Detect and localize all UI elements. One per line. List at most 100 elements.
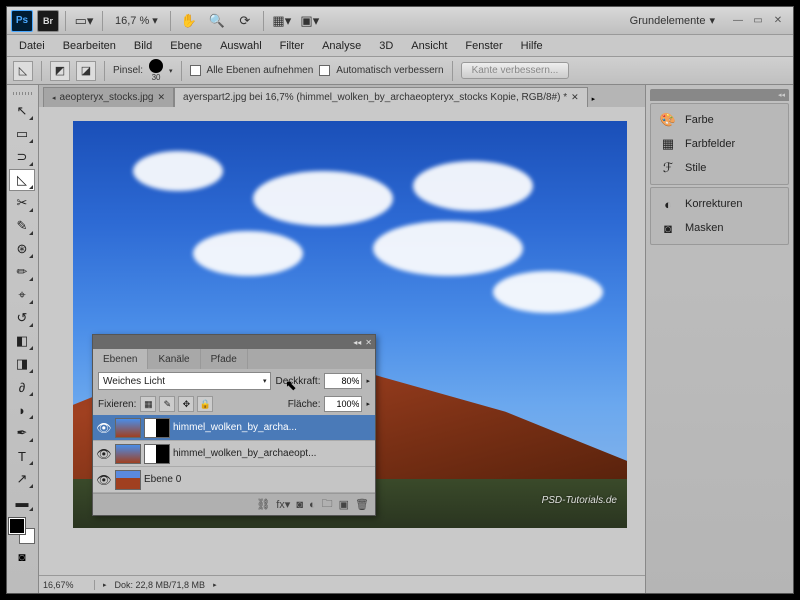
tools-drag-handle[interactable]	[9, 89, 36, 97]
tab-ebenen[interactable]: Ebenen	[93, 349, 148, 369]
layer-2-mask-thumbnail[interactable]	[144, 444, 170, 464]
zoom-level-display[interactable]: 16,7 % ▾	[109, 14, 164, 27]
tab-kanale[interactable]: Kanäle	[148, 349, 200, 369]
menu-hilfe[interactable]: Hilfe	[513, 37, 551, 55]
bridge-icon[interactable]: Br	[37, 10, 59, 32]
layer-group-icon[interactable]: 🗀	[322, 495, 333, 514]
menu-3d[interactable]: 3D	[371, 37, 401, 55]
marquee-tool-icon[interactable]: ▭	[9, 123, 35, 145]
healing-tool-icon[interactable]: ⊛	[9, 238, 35, 260]
panel-stile[interactable]: ℱStile	[651, 156, 788, 180]
layer-2-thumbnail[interactable]	[115, 444, 141, 464]
layer-3-visibility-icon[interactable]: 👁	[96, 473, 112, 487]
layer-3-name[interactable]: Ebene 0	[144, 474, 372, 485]
layer-1-visibility-icon[interactable]: 👁	[96, 421, 112, 435]
eraser-tool-icon[interactable]: ◧	[9, 330, 35, 352]
screen-mode-icon[interactable]: ▣▾	[298, 10, 322, 32]
layer-3-thumbnail[interactable]	[115, 470, 141, 490]
move-tool-icon[interactable]: ↖	[9, 100, 35, 122]
brush-dropdown-icon[interactable]: ▾	[169, 67, 173, 75]
link-layers-icon[interactable]: ⛓	[256, 498, 270, 511]
fill-slider-icon[interactable]: ▸	[366, 400, 370, 408]
opacity-slider-icon[interactable]: ▸	[366, 377, 370, 385]
layer-row-3[interactable]: 👁 Ebene 0	[93, 467, 375, 493]
close-icon[interactable]: ✕	[771, 14, 785, 28]
layer-fx-icon[interactable]: fx▾	[276, 498, 290, 511]
color-swatches[interactable]	[9, 518, 35, 544]
menu-bild[interactable]: Bild	[126, 37, 160, 55]
brush-tool-icon[interactable]: ✏	[9, 261, 35, 283]
panel-masken[interactable]: ◙Masken	[651, 216, 788, 240]
ps-logo-icon[interactable]: Ps	[11, 10, 33, 32]
refine-edge-button[interactable]: Kante verbessern...	[461, 62, 570, 79]
stamp-tool-icon[interactable]: ⌖	[9, 284, 35, 306]
menu-analyse[interactable]: Analyse	[314, 37, 369, 55]
layer-row-2[interactable]: 👁 himmel_wolken_by_archaeopt...	[93, 441, 375, 467]
tab-scroll-left-icon[interactable]: ◂	[52, 94, 56, 102]
tab-pfade[interactable]: Pfade	[201, 349, 248, 369]
lasso-tool-icon[interactable]: ⊃	[9, 146, 35, 168]
rotate-view-icon[interactable]: ⟳	[233, 10, 257, 32]
menu-bearbeiten[interactable]: Bearbeiten	[55, 37, 124, 55]
gradient-tool-icon[interactable]: ◨	[9, 353, 35, 375]
eyedropper-tool-icon[interactable]: ✎	[9, 215, 35, 237]
panel-close-icon[interactable]: ✕	[365, 338, 372, 347]
tab-1-close-icon[interactable]: ✕	[157, 92, 165, 103]
lock-all-icon[interactable]: 🔒	[197, 396, 213, 412]
menu-datei[interactable]: Datei	[11, 37, 53, 55]
auto-enhance-checkbox[interactable]	[319, 65, 330, 76]
type-tool-icon[interactable]: T	[9, 445, 35, 467]
panel-farbfelder[interactable]: ▦Farbfelder	[651, 132, 788, 156]
history-brush-tool-icon[interactable]: ↺	[9, 307, 35, 329]
hand-tool-icon[interactable]: ✋	[177, 10, 201, 32]
opacity-input[interactable]	[324, 373, 362, 389]
path-select-tool-icon[interactable]: ↗	[9, 468, 35, 490]
brush-preset-picker[interactable]: 30	[149, 59, 163, 82]
adjustment-layer-icon[interactable]: ◐	[309, 499, 316, 511]
document-tab-1[interactable]: ◂ aeopteryx_stocks.jpg ✕	[43, 87, 174, 107]
menu-ansicht[interactable]: Ansicht	[403, 37, 455, 55]
status-zoom[interactable]: 16,67%	[43, 580, 95, 590]
status-menu-arrow-icon[interactable]: ▸	[213, 581, 217, 589]
zoom-tool-icon[interactable]: 🔍	[205, 10, 229, 32]
lock-transparency-icon[interactable]: ▦	[140, 396, 156, 412]
delete-layer-icon[interactable]: 🗑	[355, 498, 369, 511]
new-layer-icon[interactable]: ▣	[339, 498, 349, 511]
layer-2-name[interactable]: himmel_wolken_by_archaeopt...	[173, 448, 372, 459]
layout-menu-icon[interactable]: ▭▾	[72, 10, 96, 32]
tab-scroll-right-icon[interactable]: ▸	[588, 91, 600, 107]
quick-select-tool-icon[interactable]: ◺	[9, 169, 35, 191]
shape-tool-icon[interactable]: ▬	[9, 491, 35, 513]
layer-1-thumbnail[interactable]	[115, 418, 141, 438]
layers-panel[interactable]: ◂◂ ✕ Ebenen Kanäle Pfade Weiches Licht▾ …	[92, 334, 376, 516]
layer-mask-icon[interactable]: ◙	[296, 499, 303, 511]
blend-mode-select[interactable]: Weiches Licht▾	[98, 372, 271, 390]
status-doc-arrow-icon[interactable]: ▸	[103, 581, 107, 589]
document-tab-2[interactable]: ayerspart2.jpg bei 16,7% (himmel_wolken_…	[174, 87, 588, 107]
panel-korrekturen[interactable]: ◐Korrekturen	[651, 192, 788, 216]
fill-input[interactable]	[324, 396, 362, 412]
layers-panel-header[interactable]: ◂◂ ✕	[93, 335, 375, 349]
tab-2-close-icon[interactable]: ✕	[571, 92, 579, 103]
lock-position-icon[interactable]: ✥	[178, 396, 194, 412]
pen-tool-icon[interactable]: ✒	[9, 422, 35, 444]
all-layers-checkbox[interactable]	[190, 65, 201, 76]
panel-farbe[interactable]: 🎨Farbe	[651, 108, 788, 132]
menu-filter[interactable]: Filter	[272, 37, 312, 55]
layer-row-1[interactable]: 👁 himmel_wolken_by_archa...	[93, 415, 375, 441]
current-tool-icon[interactable]: ◺	[13, 61, 33, 81]
minimize-icon[interactable]: —	[731, 14, 745, 28]
maximize-icon[interactable]: ▭	[751, 14, 765, 28]
sel-add-icon[interactable]: ◩	[50, 61, 70, 81]
layer-1-name[interactable]: himmel_wolken_by_archa...	[173, 422, 372, 433]
arrange-docs-icon[interactable]: ▦▾	[270, 10, 294, 32]
blur-tool-icon[interactable]: ∂	[9, 376, 35, 398]
layer-1-mask-thumbnail[interactable]	[144, 418, 170, 438]
layer-2-visibility-icon[interactable]: 👁	[96, 447, 112, 461]
dodge-tool-icon[interactable]: ◗	[9, 399, 35, 421]
crop-tool-icon[interactable]: ✂	[9, 192, 35, 214]
lock-pixels-icon[interactable]: ✎	[159, 396, 175, 412]
menu-ebene[interactable]: Ebene	[162, 37, 210, 55]
sel-sub-icon[interactable]: ◪	[76, 61, 96, 81]
menu-fenster[interactable]: Fenster	[457, 37, 510, 55]
